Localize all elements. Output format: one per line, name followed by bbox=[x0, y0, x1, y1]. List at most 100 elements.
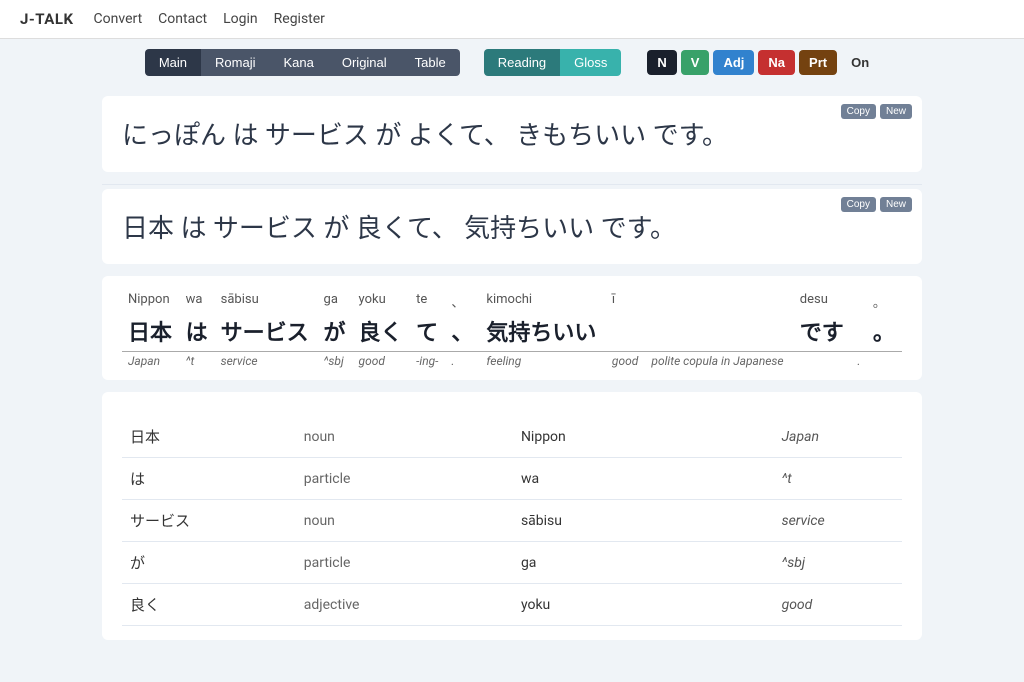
cell-gloss: Japan bbox=[774, 416, 902, 458]
table-row: はparticlewa^t bbox=[122, 458, 902, 500]
gloss-cell: good bbox=[353, 352, 411, 371]
kanji-cell bbox=[851, 313, 867, 352]
tab-original[interactable]: Original bbox=[328, 49, 401, 76]
cell-word: 良く bbox=[122, 584, 296, 626]
gloss-cell: ^sbj bbox=[318, 352, 353, 371]
pos-btn-on[interactable]: On bbox=[841, 50, 879, 75]
copy-button-1[interactable]: Copy bbox=[841, 104, 876, 119]
gloss-cell: polite copula in Japanese bbox=[645, 352, 793, 371]
table-row: 日本nounNipponJapan bbox=[122, 416, 902, 458]
table-row: がparticlega^sbj bbox=[122, 542, 902, 584]
hiragana-text: にっぽん は サービス が よくて、 きもちいい です。 bbox=[122, 116, 902, 158]
cell-word: サービス bbox=[122, 500, 296, 542]
cell-romaji: Nippon bbox=[513, 416, 774, 458]
gloss-cell: Japan bbox=[122, 352, 180, 371]
romaji-cell: Nippon bbox=[122, 290, 180, 313]
kanji-cell: サービス bbox=[215, 313, 318, 352]
cell-word: は bbox=[122, 458, 296, 500]
cell-pos: particle bbox=[296, 542, 513, 584]
brand-logo: J-TALK bbox=[20, 10, 74, 28]
nav-link-login[interactable]: Login bbox=[223, 11, 258, 27]
hiragana-section: Copy New にっぽん は サービス が よくて、 きもちいい です。 bbox=[102, 96, 922, 172]
pos-btn-v[interactable]: V bbox=[681, 50, 710, 75]
gloss-section: Nipponwasābisugayokute、kimochiīdesu。日本はサ… bbox=[102, 276, 922, 380]
gloss-table: Nipponwasābisugayokute、kimochiīdesu。日本はサ… bbox=[122, 290, 902, 370]
kanji-cell: 気持ちいい bbox=[480, 313, 606, 352]
cell-word: 日本 bbox=[122, 416, 296, 458]
tab-table[interactable]: Table bbox=[401, 49, 460, 76]
nav-link-convert[interactable]: Convert bbox=[94, 11, 143, 27]
copy-bar-1: Copy New bbox=[841, 104, 912, 119]
romaji-cell: kimochi bbox=[480, 290, 606, 313]
gloss-cell: service bbox=[215, 352, 318, 371]
view-tabs: MainRomajiKanaOriginalTable bbox=[145, 49, 460, 76]
tab-romaji[interactable]: Romaji bbox=[201, 49, 269, 76]
romaji-cell: ga bbox=[318, 290, 353, 313]
romaji-cell: 、 bbox=[445, 290, 480, 313]
kanji-cell bbox=[645, 313, 793, 352]
toolbar: MainRomajiKanaOriginalTable ReadingGloss… bbox=[0, 39, 1024, 86]
romaji-cell: wa bbox=[180, 290, 215, 313]
word-table-section: 日本nounNipponJapanはparticlewa^tサービスnounsā… bbox=[102, 392, 922, 640]
kanji-cell: 。 bbox=[867, 313, 902, 352]
kanji-text: 日本 は サービス が 良くて、 気持ちいい です。 bbox=[122, 209, 902, 251]
romaji-cell: ī bbox=[606, 290, 646, 313]
romaji-cell bbox=[645, 290, 793, 313]
kanji-cell: が bbox=[318, 313, 353, 352]
new-button-2[interactable]: New bbox=[880, 197, 912, 212]
cell-romaji: wa bbox=[513, 458, 774, 500]
main-content: Copy New にっぽん は サービス が よくて、 きもちいい です。 Co… bbox=[82, 86, 942, 682]
kanji-cell: 日本 bbox=[122, 313, 180, 352]
pos-btn-prt[interactable]: Prt bbox=[799, 50, 837, 75]
table-row: 良くadjectiveyokugood bbox=[122, 584, 902, 626]
cell-romaji: sābisu bbox=[513, 500, 774, 542]
cell-gloss: good bbox=[774, 584, 902, 626]
kanji-cell: 良く bbox=[353, 313, 411, 352]
pos-btn-n[interactable]: N bbox=[647, 50, 676, 75]
kanji-cell: て bbox=[410, 313, 445, 352]
gloss-cell bbox=[867, 352, 902, 371]
table-row: サービスnounsābisuservice bbox=[122, 500, 902, 542]
nav-bar: J-TALK Convert Contact Login Register bbox=[0, 0, 1024, 39]
kanji-cell: は bbox=[180, 313, 215, 352]
romaji-cell: 。 bbox=[867, 290, 902, 313]
romaji-cell: yoku bbox=[353, 290, 411, 313]
cell-gloss: service bbox=[774, 500, 902, 542]
cell-pos: noun bbox=[296, 416, 513, 458]
kanji-cell: 、 bbox=[445, 313, 480, 352]
tab-reading[interactable]: Reading bbox=[484, 49, 560, 76]
romaji-cell: desu bbox=[794, 290, 852, 313]
cell-romaji: ga bbox=[513, 542, 774, 584]
cell-gloss: ^t bbox=[774, 458, 902, 500]
cell-pos: noun bbox=[296, 500, 513, 542]
copy-button-2[interactable]: Copy bbox=[841, 197, 876, 212]
cell-romaji: yoku bbox=[513, 584, 774, 626]
gloss-cell: good bbox=[606, 352, 646, 371]
cell-gloss: ^sbj bbox=[774, 542, 902, 584]
gloss-cell bbox=[794, 352, 852, 371]
kanji-cell bbox=[606, 313, 646, 352]
romaji-cell bbox=[851, 290, 867, 313]
new-button-1[interactable]: New bbox=[880, 104, 912, 119]
gloss-cell: -ing- bbox=[410, 352, 445, 371]
gloss-cell: ^t bbox=[180, 352, 215, 371]
nav-link-register[interactable]: Register bbox=[274, 11, 325, 27]
romaji-cell: sābisu bbox=[215, 290, 318, 313]
nav-links: Convert Contact Login Register bbox=[94, 11, 325, 27]
copy-bar-2: Copy New bbox=[841, 197, 912, 212]
cell-pos: particle bbox=[296, 458, 513, 500]
pos-buttons: NVAdjNaPrtOn bbox=[647, 50, 879, 75]
romaji-cell: te bbox=[410, 290, 445, 313]
cell-pos: adjective bbox=[296, 584, 513, 626]
gloss-cell: feeling bbox=[480, 352, 606, 371]
pos-btn-adj[interactable]: Adj bbox=[713, 50, 754, 75]
cell-word: が bbox=[122, 542, 296, 584]
nav-link-contact[interactable]: Contact bbox=[158, 11, 207, 27]
tab-gloss[interactable]: Gloss bbox=[560, 49, 621, 76]
tab-kana[interactable]: Kana bbox=[269, 49, 327, 76]
gloss-cell: . bbox=[851, 352, 867, 371]
pos-btn-na[interactable]: Na bbox=[758, 50, 795, 75]
kanji-cell: です bbox=[794, 313, 852, 352]
gloss-cell: . bbox=[445, 352, 480, 371]
tab-main[interactable]: Main bbox=[145, 49, 201, 76]
